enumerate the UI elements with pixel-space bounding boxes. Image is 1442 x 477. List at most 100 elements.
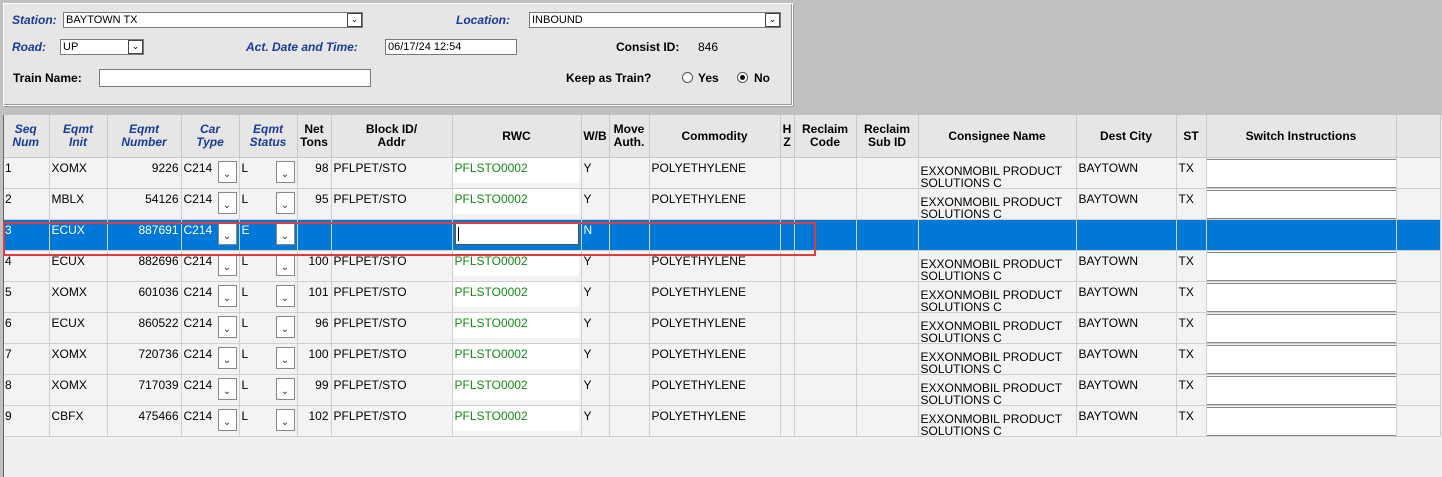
rwc-cell[interactable]: PFLSTO0002 bbox=[452, 312, 582, 344]
car-type-cell[interactable]: C214 bbox=[181, 188, 240, 220]
chevron-down-icon[interactable] bbox=[217, 223, 237, 245]
chevron-down-icon[interactable] bbox=[275, 316, 295, 338]
hz-cell-text bbox=[783, 375, 792, 378]
table-row[interactable]: 6 ECUX 860522 C214 L 96 PFLPET/STO PFLSTO0002 Y P… bbox=[3, 312, 1441, 344]
dest-city-cell-text: BAYTOWN bbox=[1078, 409, 1139, 423]
eqmt-status-cell[interactable]: L bbox=[239, 188, 298, 220]
rwc-cell-text: PFLSTO0002 bbox=[452, 282, 579, 307]
chevron-down-icon[interactable] bbox=[275, 285, 295, 307]
switch-instructions-input[interactable] bbox=[1206, 252, 1395, 281]
switch-instructions-cell[interactable] bbox=[1206, 374, 1397, 406]
chevron-down-icon[interactable] bbox=[275, 347, 295, 369]
switch-instructions-cell[interactable] bbox=[1206, 157, 1397, 189]
chevron-down-icon[interactable] bbox=[275, 223, 295, 245]
chevron-down-icon[interactable] bbox=[217, 347, 237, 369]
chevron-down-icon[interactable]: ⌄ bbox=[765, 13, 780, 27]
car-type-cell[interactable]: C214 bbox=[181, 405, 240, 437]
act-datetime-input[interactable]: 06/17/24 12:54 bbox=[385, 39, 517, 55]
switch-instructions-input[interactable] bbox=[1206, 190, 1395, 219]
chevron-down-icon[interactable] bbox=[217, 254, 237, 276]
location-select[interactable]: INBOUND bbox=[529, 12, 781, 28]
eqmt-number-cell: 475466 bbox=[107, 405, 182, 437]
chevron-down-icon[interactable] bbox=[217, 409, 237, 431]
switch-instructions-input[interactable] bbox=[1206, 314, 1395, 343]
eqmt-status-cell-value: L bbox=[241, 254, 249, 268]
eqmt-status-cell[interactable]: L bbox=[239, 405, 298, 437]
eqmt-status-cell[interactable]: E bbox=[239, 219, 298, 251]
car-type-cell[interactable]: C214 bbox=[181, 250, 240, 282]
chevron-down-icon[interactable]: ⌄ bbox=[347, 13, 362, 27]
consignee-cell: EXXONMOBIL PRODUCT SOLUTIONS C bbox=[918, 157, 1077, 189]
eqmt-init-cell-text: CBFX bbox=[51, 409, 84, 423]
eqmt-status-cell[interactable]: L bbox=[239, 157, 298, 189]
net-tons-cell: 96 bbox=[297, 312, 332, 344]
chevron-down-icon[interactable] bbox=[217, 192, 237, 214]
wb-cell: Y bbox=[581, 343, 610, 375]
table-row[interactable]: 9 CBFX 475466 C214 L 102 PFLPET/STO PFLSTO0002 Y… bbox=[3, 405, 1441, 437]
table-row[interactable]: 1 XOMX 9226 C214 L 98 PFLPET/STO PFLSTO0002 Y POL… bbox=[3, 157, 1441, 189]
car-type-cell[interactable]: C214 bbox=[181, 312, 240, 344]
consignee-cell-text: EXXONMOBIL PRODUCT SOLUTIONS C bbox=[920, 412, 1062, 435]
chevron-down-icon[interactable] bbox=[275, 254, 295, 276]
rwc-cell[interactable]: PFLSTO0002 bbox=[452, 157, 582, 189]
switch-instructions-cell[interactable] bbox=[1206, 188, 1397, 220]
chevron-down-icon[interactable] bbox=[275, 409, 295, 431]
rwc-input-field[interactable] bbox=[454, 223, 579, 245]
switch-instructions-input[interactable] bbox=[1206, 407, 1395, 436]
table-row[interactable]: 7 XOMX 720736 C214 L 100 PFLPET/STO PFLSTO0002 Y… bbox=[3, 343, 1441, 375]
keep-train-yes-radio[interactable] bbox=[682, 72, 693, 83]
seq-num-cell-text: 8 bbox=[5, 378, 12, 392]
train-name-input[interactable] bbox=[99, 69, 371, 87]
chevron-down-icon[interactable] bbox=[217, 161, 237, 183]
eqmt-status-cell[interactable]: L bbox=[239, 343, 298, 375]
car-type-cell-value: C214 bbox=[183, 161, 213, 175]
column-header: Net Tons bbox=[297, 115, 332, 158]
switch-instructions-cell[interactable] bbox=[1206, 219, 1397, 251]
eqmt-status-cell[interactable]: L bbox=[239, 281, 298, 313]
table-row[interactable]: 3 ECUX 887691 C214 E N bbox=[3, 219, 1441, 251]
table-row[interactable]: 2 MBLX 54126 C214 L 95 PFLPET/STO PFLSTO0002 Y PO… bbox=[3, 188, 1441, 220]
eqmt-status-cell-value: E bbox=[241, 223, 250, 237]
chevron-down-icon[interactable] bbox=[275, 378, 295, 400]
switch-instructions-cell[interactable] bbox=[1206, 343, 1397, 375]
keep-train-no-radio[interactable] bbox=[737, 72, 748, 83]
net-tons-cell-text: 102 bbox=[308, 409, 329, 423]
chevron-down-icon[interactable] bbox=[217, 378, 237, 400]
car-type-cell[interactable]: C214 bbox=[181, 219, 240, 251]
reclaim-sub-id-cell bbox=[856, 374, 919, 406]
dest-city-cell: BAYTOWN bbox=[1076, 374, 1177, 406]
car-type-cell[interactable]: C214 bbox=[181, 157, 240, 189]
station-select[interactable]: BAYTOWN TX bbox=[63, 12, 363, 28]
table-row[interactable]: 8 XOMX 717039 C214 L 99 PFLPET/STO PFLSTO0002 Y P… bbox=[3, 374, 1441, 406]
column-header: H Z bbox=[780, 115, 795, 158]
chevron-down-icon[interactable] bbox=[217, 316, 237, 338]
eqmt-status-cell[interactable]: L bbox=[239, 312, 298, 344]
rwc-cell[interactable]: PFLSTO0002 bbox=[452, 281, 582, 313]
car-type-cell[interactable]: C214 bbox=[181, 343, 240, 375]
table-row[interactable]: 5 XOMX 601036 C214 L 101 PFLPET/STO PFLSTO0002 Y… bbox=[3, 281, 1441, 313]
chevron-down-icon[interactable]: ⌄ bbox=[128, 40, 143, 54]
switch-instructions-cell[interactable] bbox=[1206, 250, 1397, 282]
rwc-cell[interactable]: PFLSTO0002 bbox=[452, 250, 582, 282]
rwc-cell[interactable]: PFLSTO0002 bbox=[452, 343, 582, 375]
switch-instructions-input[interactable] bbox=[1206, 376, 1395, 405]
eqmt-status-cell[interactable]: L bbox=[239, 374, 298, 406]
rwc-input[interactable] bbox=[452, 219, 582, 251]
switch-instructions-input[interactable] bbox=[1206, 159, 1395, 188]
chevron-down-icon[interactable] bbox=[275, 192, 295, 214]
reclaim-sub-id-cell-text bbox=[859, 313, 916, 316]
car-type-cell[interactable]: C214 bbox=[181, 281, 240, 313]
switch-instructions-cell[interactable] bbox=[1206, 281, 1397, 313]
rwc-cell[interactable]: PFLSTO0002 bbox=[452, 374, 582, 406]
chevron-down-icon[interactable] bbox=[275, 161, 295, 183]
rwc-cell[interactable]: PFLSTO0002 bbox=[452, 188, 582, 220]
switch-instructions-cell[interactable] bbox=[1206, 312, 1397, 344]
eqmt-status-cell[interactable]: L bbox=[239, 250, 298, 282]
switch-instructions-cell[interactable] bbox=[1206, 405, 1397, 437]
car-type-cell[interactable]: C214 bbox=[181, 374, 240, 406]
switch-instructions-input[interactable] bbox=[1206, 283, 1395, 312]
table-row[interactable]: 4 ECUX 882696 C214 L 100 PFLPET/STO PFLSTO0002 Y… bbox=[3, 250, 1441, 282]
switch-instructions-input[interactable] bbox=[1206, 345, 1395, 374]
chevron-down-icon[interactable] bbox=[217, 285, 237, 307]
rwc-cell[interactable]: PFLSTO0002 bbox=[452, 405, 582, 437]
